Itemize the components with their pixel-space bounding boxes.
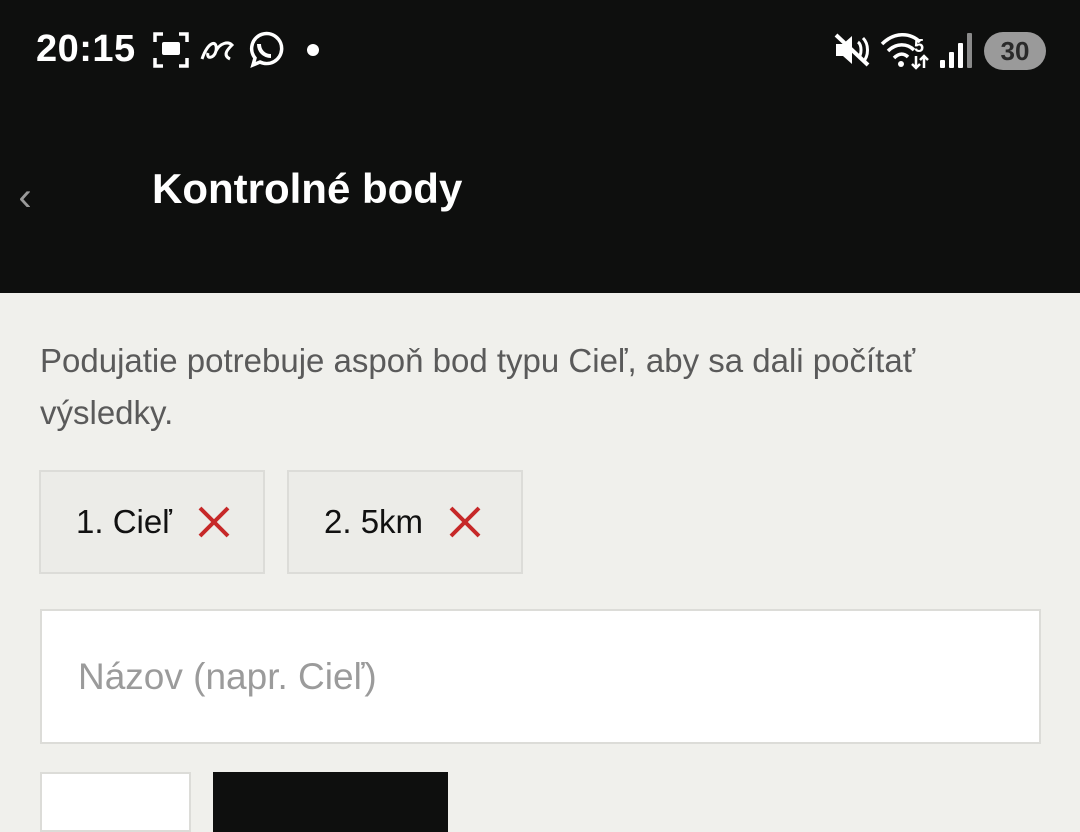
remove-icon[interactable] — [196, 504, 232, 540]
app-bar: ‹ Kontrolné body — [0, 105, 1080, 293]
chip-label: 2. 5km — [324, 503, 424, 540]
page-title: Kontrolné body — [152, 165, 463, 212]
remove-icon[interactable] — [447, 504, 483, 540]
checkpoint-chip-1[interactable]: 1. Cieľ — [39, 470, 265, 574]
mute-icon — [834, 30, 874, 70]
whatsapp-icon — [246, 30, 284, 70]
network-badge: 5 — [914, 35, 925, 56]
battery-icon: 30 — [984, 32, 1046, 70]
info-text: Podujatie potrebuje aspoň bod typu Cieľ,… — [40, 342, 916, 431]
status-bar: 20:15 5 30 — [0, 0, 1080, 105]
battery-level: 30 — [1000, 35, 1030, 66]
status-time: 20:15 — [36, 28, 136, 70]
chip-label: 1. Cieľ — [76, 503, 172, 540]
add-checkpoint-button[interactable] — [213, 772, 448, 832]
checkpoint-name-field[interactable] — [40, 609, 1041, 744]
notification-dot-icon — [306, 30, 320, 70]
checkpoint-chip-2[interactable]: 2. 5km — [287, 470, 523, 574]
checkpoint-name-input[interactable] — [42, 611, 1039, 742]
screenshot-icon — [152, 30, 190, 70]
back-button[interactable]: ‹ — [10, 167, 40, 227]
order-input[interactable] — [40, 772, 191, 832]
ai-icon — [198, 30, 236, 70]
main-content: Podujatie potrebuje aspoň bod typu Cieľ,… — [0, 293, 1080, 832]
signal-icon — [940, 30, 974, 70]
